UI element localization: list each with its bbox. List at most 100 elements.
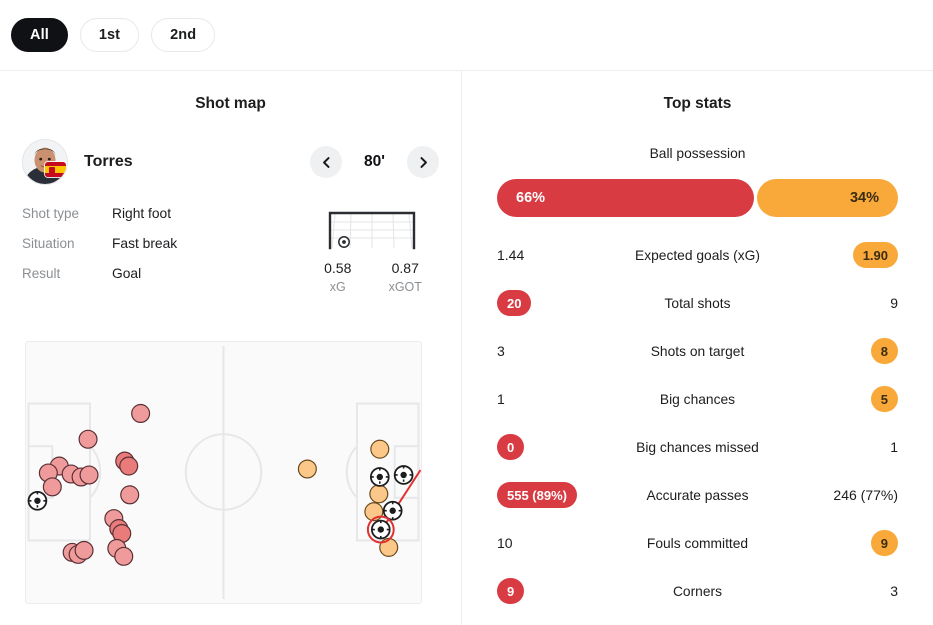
prev-shot-button[interactable]: [310, 146, 342, 178]
goal-net-icon: [328, 211, 415, 250]
away-goal-marker: [393, 465, 414, 485]
period-chip-2nd[interactable]: 2nd: [151, 18, 216, 52]
player-name: Torres: [84, 153, 133, 170]
xgot-label: xGOT: [388, 280, 422, 294]
stats-list: 1.44 Expected goals (xG) 1.90 20 Total s…: [462, 231, 933, 615]
stat-label: Fouls committed: [646, 535, 749, 551]
top-stats-panel: Top stats Ball possession 66% 34% 1.44 E…: [461, 71, 933, 625]
stat-home-value: 3: [497, 343, 505, 359]
stat-away-value: 3: [890, 583, 898, 599]
stat-home-side: 0: [497, 434, 615, 460]
period-selector: All 1st 2nd: [0, 0, 933, 71]
away-goal-marker: [369, 467, 390, 487]
stat-row-big-chances-missed: 0 Big chances missed 1: [462, 423, 933, 471]
shot-map-panel: Shot map Torres 80' Shot type Right foot…: [0, 71, 461, 625]
selected-shot-marker: [366, 515, 395, 544]
stat-home-value: 555 (89%): [497, 482, 577, 508]
stat-row-expected-goals: 1.44 Expected goals (xG) 1.90: [462, 231, 933, 279]
goal-frame-chart: 0.58 xG 0.87 xGOT: [304, 204, 439, 296]
detail-row: Shot type Right foot: [22, 206, 304, 236]
detail-row: Situation Fast break: [22, 236, 304, 266]
pitch-svg: [25, 341, 422, 604]
stat-label: Shots on target: [650, 343, 745, 359]
content-columns: Shot map Torres 80' Shot type Right foot…: [0, 71, 933, 625]
minute-nav: 80': [310, 146, 439, 178]
stat-away-side: 9: [780, 530, 898, 556]
stat-home-value: 1.44: [497, 247, 525, 263]
stat-away-side: 1.90: [780, 242, 898, 268]
xg-values-row: 0.58 xG 0.87 xGOT: [304, 260, 439, 294]
result-label: Result: [22, 266, 61, 281]
chevron-left-icon: [322, 156, 330, 168]
stat-away-value: 5: [870, 386, 898, 412]
xgot-value: 0.87: [391, 260, 419, 276]
stat-row-accurate-passes: 555 (89%) Accurate passes 246 (77%): [462, 471, 933, 519]
situation-value: Fast break: [112, 236, 178, 251]
possession-label: Ball possession: [649, 146, 746, 161]
player-row: Torres 80': [0, 136, 461, 188]
possession-home-segment: 66%: [497, 179, 754, 217]
home-goal-marker: [27, 490, 48, 511]
stat-home-side: 555 (89%): [497, 482, 615, 508]
stat-away-value: 246 (77%): [833, 487, 898, 503]
stat-label: Big chances: [659, 391, 736, 407]
avatar: [22, 139, 68, 185]
stat-label: Corners: [672, 583, 723, 599]
possession-bar: 66% 34%: [497, 179, 898, 217]
stat-row-total-shots: 20 Total shots 9: [462, 279, 933, 327]
stat-home-side: 1.44: [497, 247, 615, 263]
stat-away-side: 8: [780, 338, 898, 364]
xg-value: 0.58: [324, 260, 352, 276]
chevron-right-icon: [419, 156, 427, 168]
stat-away-side: 3: [780, 583, 898, 599]
stat-away-value: 9: [870, 530, 898, 556]
stat-away-side: 1: [780, 439, 898, 455]
shot-minute: 80': [364, 153, 385, 170]
xg-label: xG: [329, 280, 346, 294]
stat-home-value: 20: [497, 290, 532, 316]
period-chip-all[interactable]: All: [11, 18, 68, 52]
shot-detail-table: Shot type Right foot Situation Fast brea…: [22, 204, 304, 296]
top-stats-title: Top stats: [663, 95, 732, 112]
stat-label: Accurate passes: [646, 487, 749, 503]
stat-away-side: 5: [780, 386, 898, 412]
stat-home-value: 10: [497, 535, 513, 551]
stat-away-value: 1: [890, 439, 898, 455]
stat-label: Big chances missed: [636, 439, 759, 455]
spain-flag-icon: [45, 162, 66, 177]
stat-away-side: 9: [780, 295, 898, 311]
shot-map-title: Shot map: [195, 95, 266, 112]
result-value: Goal: [112, 266, 142, 281]
stat-home-value: 0: [497, 434, 525, 460]
stat-home-side: 1: [497, 391, 615, 407]
pitch-shot-map[interactable]: [25, 341, 422, 604]
stat-label: Expected goals (xG): [635, 247, 760, 263]
stat-row-corners: 9 Corners 3: [462, 567, 933, 615]
shot-detail: Shot type Right foot Situation Fast brea…: [0, 188, 461, 296]
period-chip-1st[interactable]: 1st: [79, 18, 140, 52]
situation-label: Situation: [22, 236, 75, 251]
stat-away-value: 9: [890, 295, 898, 311]
stat-label: Total shots: [664, 295, 731, 311]
away-shot-markers: [297, 439, 422, 557]
stat-home-side: 10: [497, 535, 615, 551]
xg-cell: 0.58 xG: [304, 260, 372, 294]
stat-row-shots-on-target: 3 Shots on target 8: [462, 327, 933, 375]
stat-home-side: 20: [497, 290, 615, 316]
xgot-cell: 0.87 xGOT: [372, 260, 440, 294]
stat-home-side: 3: [497, 343, 615, 359]
possession-away-segment: 34%: [756, 179, 898, 217]
stat-away-value: 8: [870, 338, 898, 364]
goal-frame: [327, 208, 417, 252]
stat-home-value: 1: [497, 391, 505, 407]
stat-home-value: 9: [497, 578, 525, 604]
shot-type-value: Right foot: [112, 206, 172, 221]
shot-type-label: Shot type: [22, 206, 80, 221]
stat-away-value: 1.90: [852, 242, 898, 268]
stat-row-fouls-committed: 10 Fouls committed 9: [462, 519, 933, 567]
stat-home-side: 9: [497, 578, 615, 604]
detail-row: Result Goal: [22, 266, 304, 296]
stat-away-side: 246 (77%): [780, 487, 898, 503]
next-shot-button[interactable]: [407, 146, 439, 178]
stat-row-big-chances: 1 Big chances 5: [462, 375, 933, 423]
